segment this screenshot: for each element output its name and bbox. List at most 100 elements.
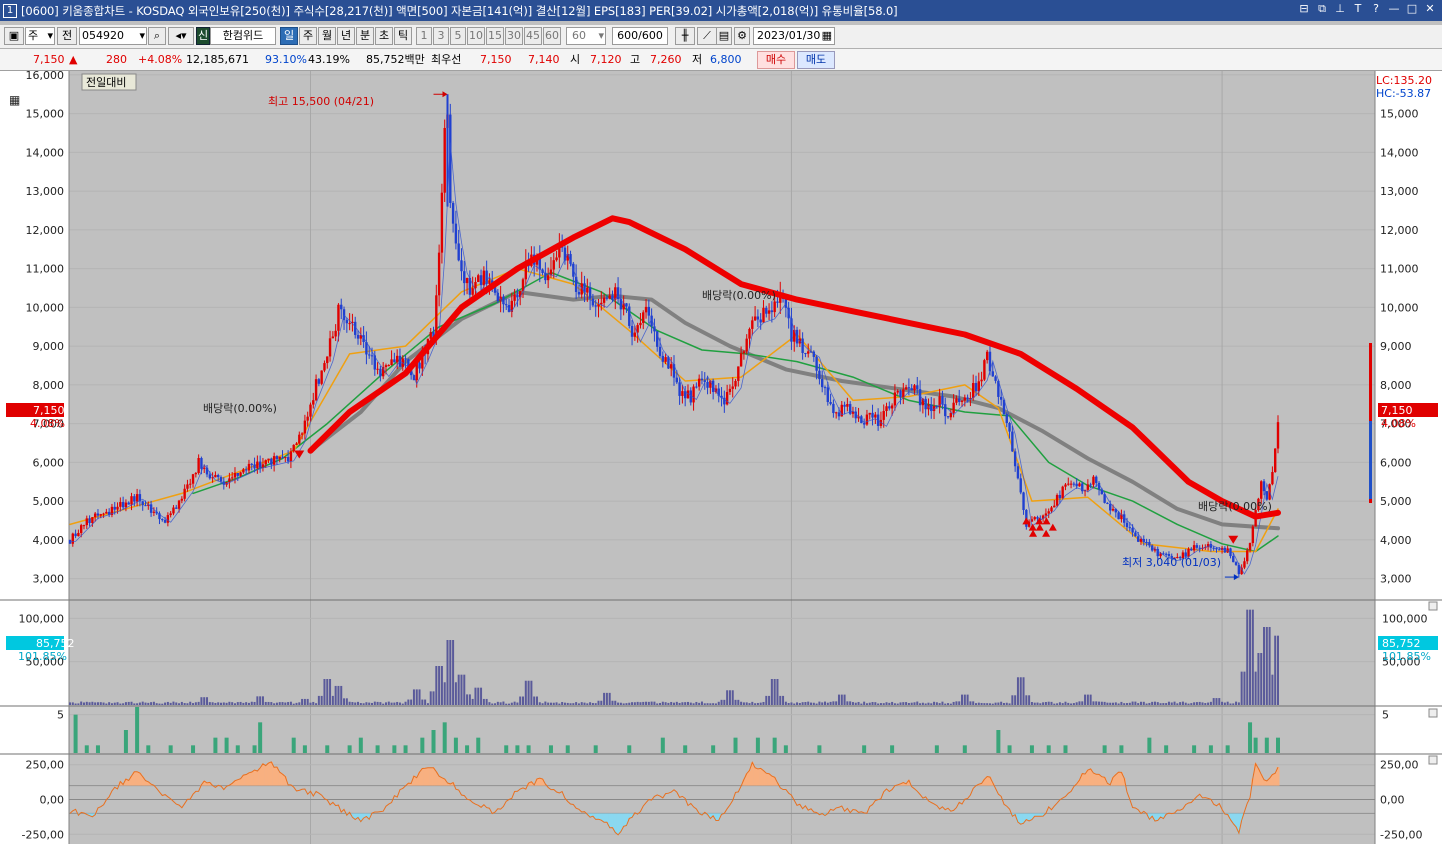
interval-button-45[interactable]: 45 — [524, 27, 542, 45]
volume-bar — [292, 703, 295, 705]
candle-body — [1055, 494, 1059, 506]
volume-bar — [1251, 609, 1254, 705]
stock-code-input[interactable]: 054920 ▾ — [79, 27, 147, 45]
signal-bar — [733, 737, 738, 753]
volume-bar — [315, 703, 318, 705]
calendar-icon[interactable]: ▦ — [822, 28, 832, 44]
maximize-icon[interactable]: □ — [1406, 2, 1418, 16]
volume-bar — [471, 698, 474, 705]
tool-line-icon[interactable]: ⟋ — [697, 27, 717, 45]
interval-button-30[interactable]: 30 — [505, 27, 523, 45]
help-icon[interactable]: ? — [1370, 2, 1382, 16]
interval-button-15[interactable]: 15 — [486, 27, 504, 45]
volume-bar — [317, 695, 320, 705]
period-second-button[interactable]: 초 — [375, 27, 393, 45]
gear-icon[interactable]: ⚙ — [734, 27, 750, 45]
period-tick-button[interactable]: 틱 — [394, 27, 412, 45]
period-year-button[interactable]: 년 — [337, 27, 355, 45]
layout-icon[interactable]: ⊟ — [1298, 2, 1310, 16]
pane-close-icon[interactable] — [1428, 708, 1438, 718]
candle-body — [728, 388, 732, 393]
volume-bar — [82, 702, 85, 705]
type-select[interactable]: 주 ▾ — [25, 27, 55, 45]
candle-body — [904, 387, 908, 390]
pane-close-icon[interactable] — [1428, 755, 1438, 765]
candle-type-icon[interactable]: ╫ — [675, 27, 695, 45]
volume-bar — [935, 702, 938, 705]
candle-body — [633, 332, 637, 337]
buy-button[interactable]: 매수 — [757, 51, 795, 69]
candle-body — [1274, 448, 1277, 473]
candle-body — [270, 458, 273, 465]
candle-body — [258, 461, 262, 468]
price-tick-label: 15,000 — [26, 108, 65, 121]
volume-bar — [664, 702, 667, 705]
candle-body — [230, 477, 234, 479]
volume-bar — [94, 702, 97, 705]
candle-body — [286, 457, 290, 462]
interval-button-60[interactable]: 60 — [543, 27, 561, 45]
pin-icon[interactable]: ⊥ — [1334, 2, 1346, 16]
prev-button[interactable]: 전 — [57, 27, 77, 45]
volume-bar — [1075, 702, 1078, 705]
interval-select[interactable]: 60 ▾ — [566, 27, 606, 45]
price-chart[interactable]: 16,000 15,000 15,000 14,000 14,000 13,000 13,0… — [0, 71, 1442, 844]
volume-tick-label-right: 100,000 — [1382, 612, 1428, 625]
volume-bar — [309, 702, 312, 705]
volume-bar — [393, 702, 396, 705]
candle-body — [658, 346, 662, 356]
signal-bar — [1253, 737, 1258, 753]
interval-button-3[interactable]: 3 — [433, 27, 449, 45]
volume-bar — [457, 674, 460, 705]
period-month-button[interactable]: 월 — [318, 27, 336, 45]
current-pct-axis-label: 4.08% — [30, 417, 65, 430]
volume-bar — [737, 699, 740, 705]
sell-button[interactable]: 매도 — [797, 51, 835, 69]
restore-tile-icon[interactable]: ⧉ — [1316, 2, 1328, 16]
volume-bar — [1268, 627, 1271, 705]
candle-body — [116, 506, 119, 510]
interval-button-10[interactable]: 10 — [467, 27, 485, 45]
signal-bar — [1164, 745, 1169, 753]
volume-bar — [661, 701, 664, 705]
volume-bar — [837, 694, 840, 705]
save-icon[interactable]: ▤ — [716, 27, 732, 45]
interval-button-5[interactable]: 5 — [450, 27, 466, 45]
volume-bar — [306, 698, 309, 705]
font-icon[interactable]: T — [1352, 2, 1364, 16]
data-count-field[interactable]: 600/600 — [612, 27, 668, 45]
volume-bar — [1201, 702, 1204, 705]
candle-body — [295, 443, 298, 445]
price-tick-label-right: 3,000 — [1380, 573, 1412, 586]
pane-close-icon[interactable] — [1428, 601, 1438, 611]
period-week-button[interactable]: 주 — [299, 27, 317, 45]
trade-amount: 85,752백만 — [366, 53, 425, 66]
period-day-button[interactable]: 일 — [280, 27, 298, 45]
calendar-icon[interactable]: ▦ — [9, 93, 20, 107]
candle-body — [183, 488, 186, 499]
close-icon[interactable]: ✕ — [1424, 2, 1436, 16]
stock-name-field[interactable]: 한컴위드 — [210, 27, 276, 45]
search-icon[interactable]: ⌕ — [148, 27, 166, 45]
signal-bar — [862, 745, 867, 753]
candle-body — [1248, 543, 1252, 551]
volume-bar — [1223, 702, 1226, 705]
volume-bar — [519, 696, 522, 705]
volume-bar — [768, 695, 771, 705]
candle-body — [214, 475, 217, 478]
new-badge[interactable]: 신 — [196, 27, 210, 45]
volume-bar — [91, 701, 94, 705]
period-minute-button[interactable]: 분 — [356, 27, 374, 45]
chart-menu-icon[interactable]: ▣ — [4, 27, 24, 45]
candle-body — [586, 287, 589, 293]
interval-button-1[interactable]: 1 — [416, 27, 432, 45]
candle-body — [980, 379, 983, 382]
candle-body — [985, 351, 989, 361]
minimize-icon[interactable]: — — [1388, 2, 1400, 16]
candle-body — [1192, 545, 1196, 551]
candle-body — [818, 370, 821, 380]
candle-body — [552, 260, 555, 270]
volume-bar — [119, 703, 122, 705]
speaker-icon[interactable]: ◂▾ — [168, 27, 194, 45]
date-field[interactable]: 2023/01/30 ▦ — [753, 27, 835, 45]
